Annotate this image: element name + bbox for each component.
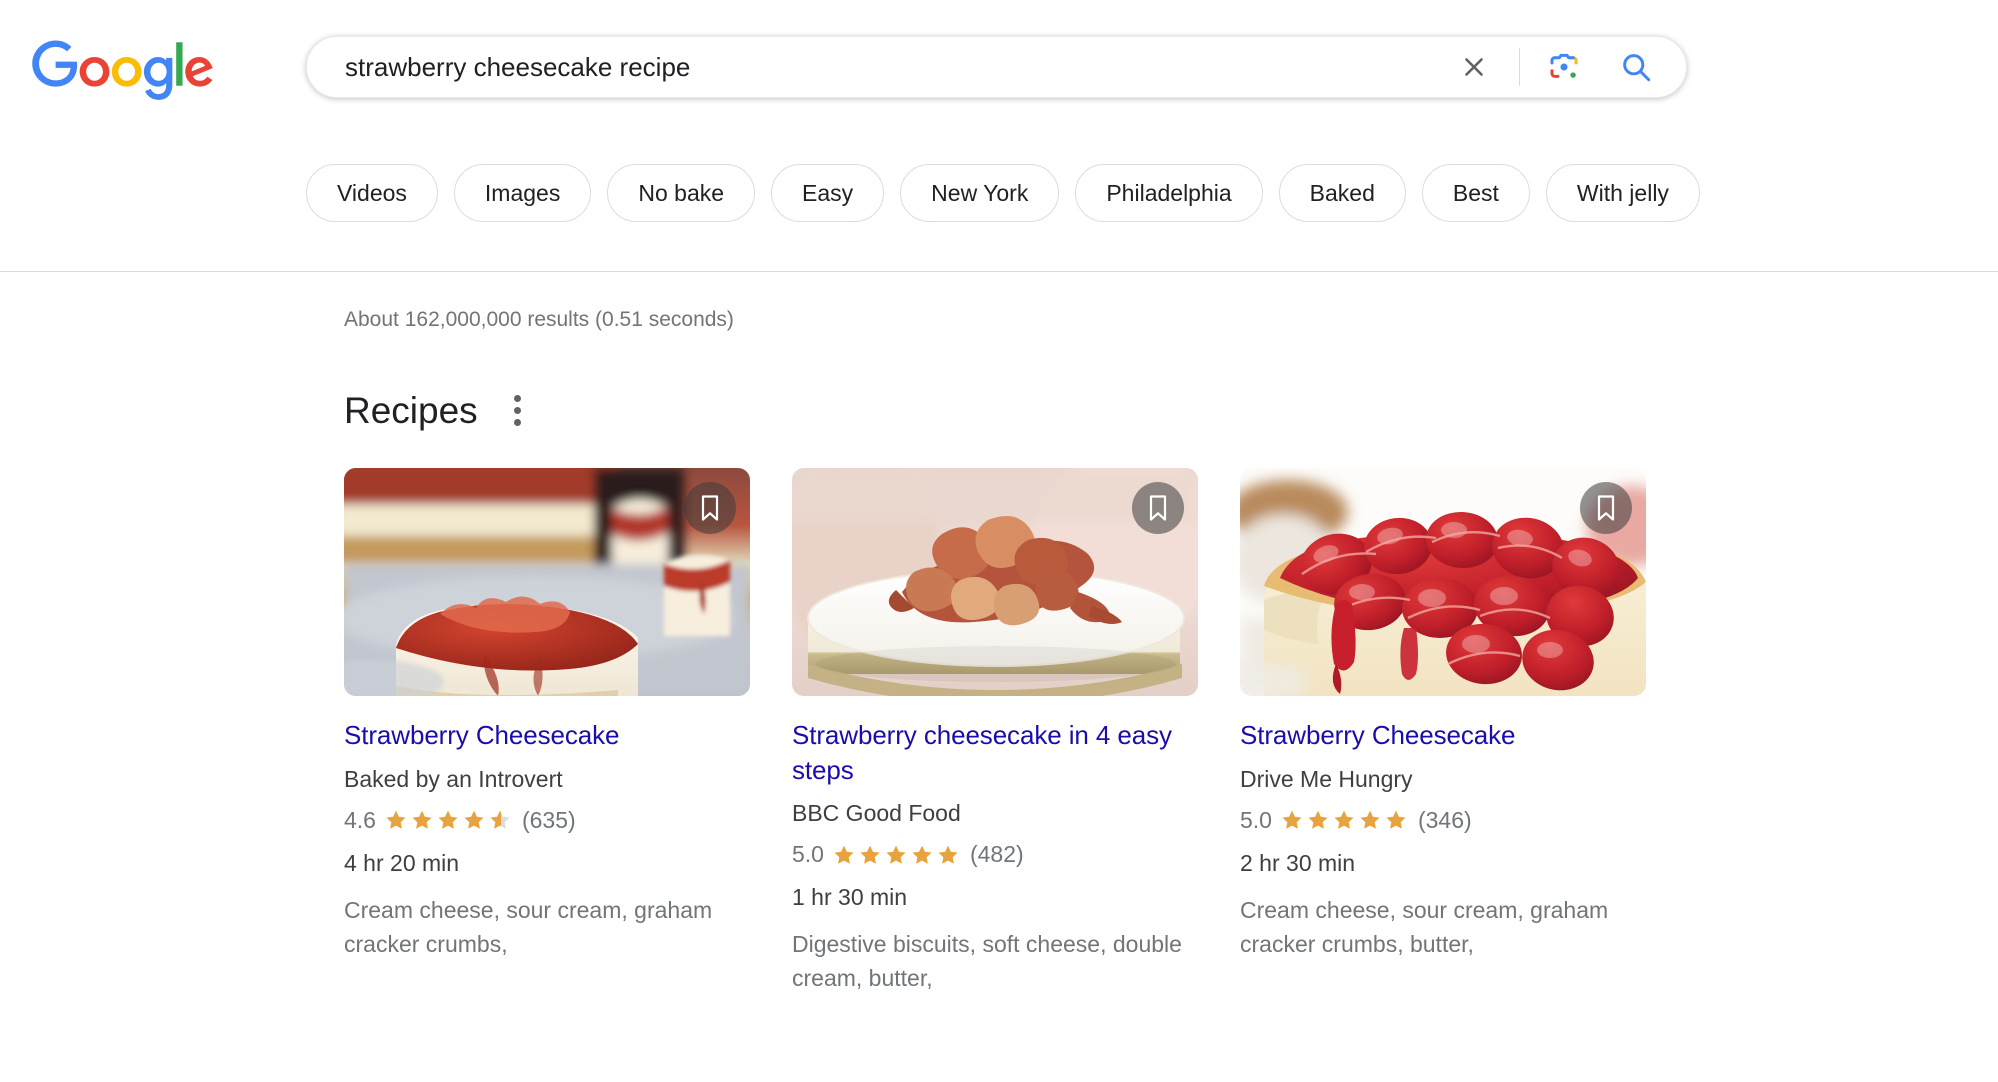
bookmark-icon[interactable] [1132,482,1184,534]
filter-chips: Videos Images No bake Easy New York Phil… [306,164,1700,222]
rating-value: 5.0 [792,841,824,868]
star-rating-icons [832,843,962,867]
magnifier-icon[interactable] [1614,45,1658,89]
review-count: (482) [969,841,1024,868]
review-count: (635) [521,806,576,833]
recipe-rating: 4.6 (635) [344,807,750,834]
recipe-ingredients: Cream cheese, sour cream, graham cracker… [1240,896,1609,957]
bookmark-icon[interactable] [684,482,736,534]
recipe-rating: 5.0 (482) [792,841,1198,868]
header-divider [0,271,1998,272]
result-stats: About 162,000,000 results (0.51 seconds) [344,308,734,331]
recipe-title-link[interactable]: Strawberry Cheesecake [1240,718,1646,753]
filter-chip-images[interactable]: Images [453,164,592,222]
filter-chip-videos[interactable]: Videos [306,164,438,222]
kebab-dot [513,407,521,414]
search-box-actions [1451,37,1686,97]
recipe-image[interactable] [792,468,1198,696]
close-icon[interactable] [1451,44,1497,90]
search-input[interactable] [307,37,1451,97]
recipe-image[interactable] [344,468,750,696]
recipe-card[interactable]: Strawberry Cheesecake Baked by an Introv… [344,468,750,995]
filter-chip-with-jelly[interactable]: With jelly [1545,164,1700,222]
recipe-source: BBC Good Food [792,800,961,827]
three-dots-vertical-icon[interactable] [504,387,531,434]
filter-chip-easy[interactable]: Easy [771,164,885,222]
filter-chip-new-york[interactable]: New York [900,164,1060,222]
recipe-ingredients: Digestive biscuits, soft cheese, double … [792,931,1182,992]
recipe-card-list: Strawberry Cheesecake Baked by an Introv… [344,468,1646,995]
search-box[interactable] [306,36,1687,98]
bookmark-icon[interactable] [1580,482,1632,534]
google-lens-camera-icon[interactable] [1542,45,1586,89]
recipe-title-link[interactable]: Strawberry Cheesecake [344,718,750,753]
review-count: (346) [1417,806,1472,833]
search-actions-divider [1519,48,1520,86]
google-logo[interactable] [32,40,214,102]
rating-value: 5.0 [1240,806,1272,833]
kebab-dot [513,395,521,402]
star-rating-icons [1280,808,1410,832]
page-title: Recipes [344,390,478,431]
filter-chip-best[interactable]: Best [1421,164,1530,222]
recipe-time: 1 hr 30 min [792,884,908,911]
recipe-source: Baked by an Introvert [344,765,563,792]
recipe-source: Drive Me Hungry [1240,765,1413,792]
star-rating-icons [384,808,514,832]
recipe-ingredients: Cream cheese, sour cream, graham cracker… [344,896,713,957]
rating-value: 4.6 [344,806,376,833]
kebab-dot [513,419,521,426]
recipe-title-link[interactable]: Strawberry cheesecake in 4 easy steps [792,718,1198,787]
filter-chip-baked[interactable]: Baked [1278,164,1406,222]
recipes-section-header: Recipes [344,387,531,434]
recipe-card[interactable]: Strawberry cheesecake in 4 easy steps BB… [792,468,1198,995]
recipe-rating: 5.0 (346) [1240,807,1646,834]
filter-chip-philadelphia[interactable]: Philadelphia [1075,164,1263,222]
recipe-card[interactable]: Strawberry Cheesecake Drive Me Hungry 5.… [1240,468,1646,995]
recipe-time: 4 hr 20 min [344,849,460,876]
filter-chip-no-bake[interactable]: No bake [607,164,756,222]
search-header: Videos Images No bake Easy New York Phil… [0,0,1998,272]
recipe-time: 2 hr 30 min [1240,849,1356,876]
recipe-image[interactable] [1240,468,1646,696]
